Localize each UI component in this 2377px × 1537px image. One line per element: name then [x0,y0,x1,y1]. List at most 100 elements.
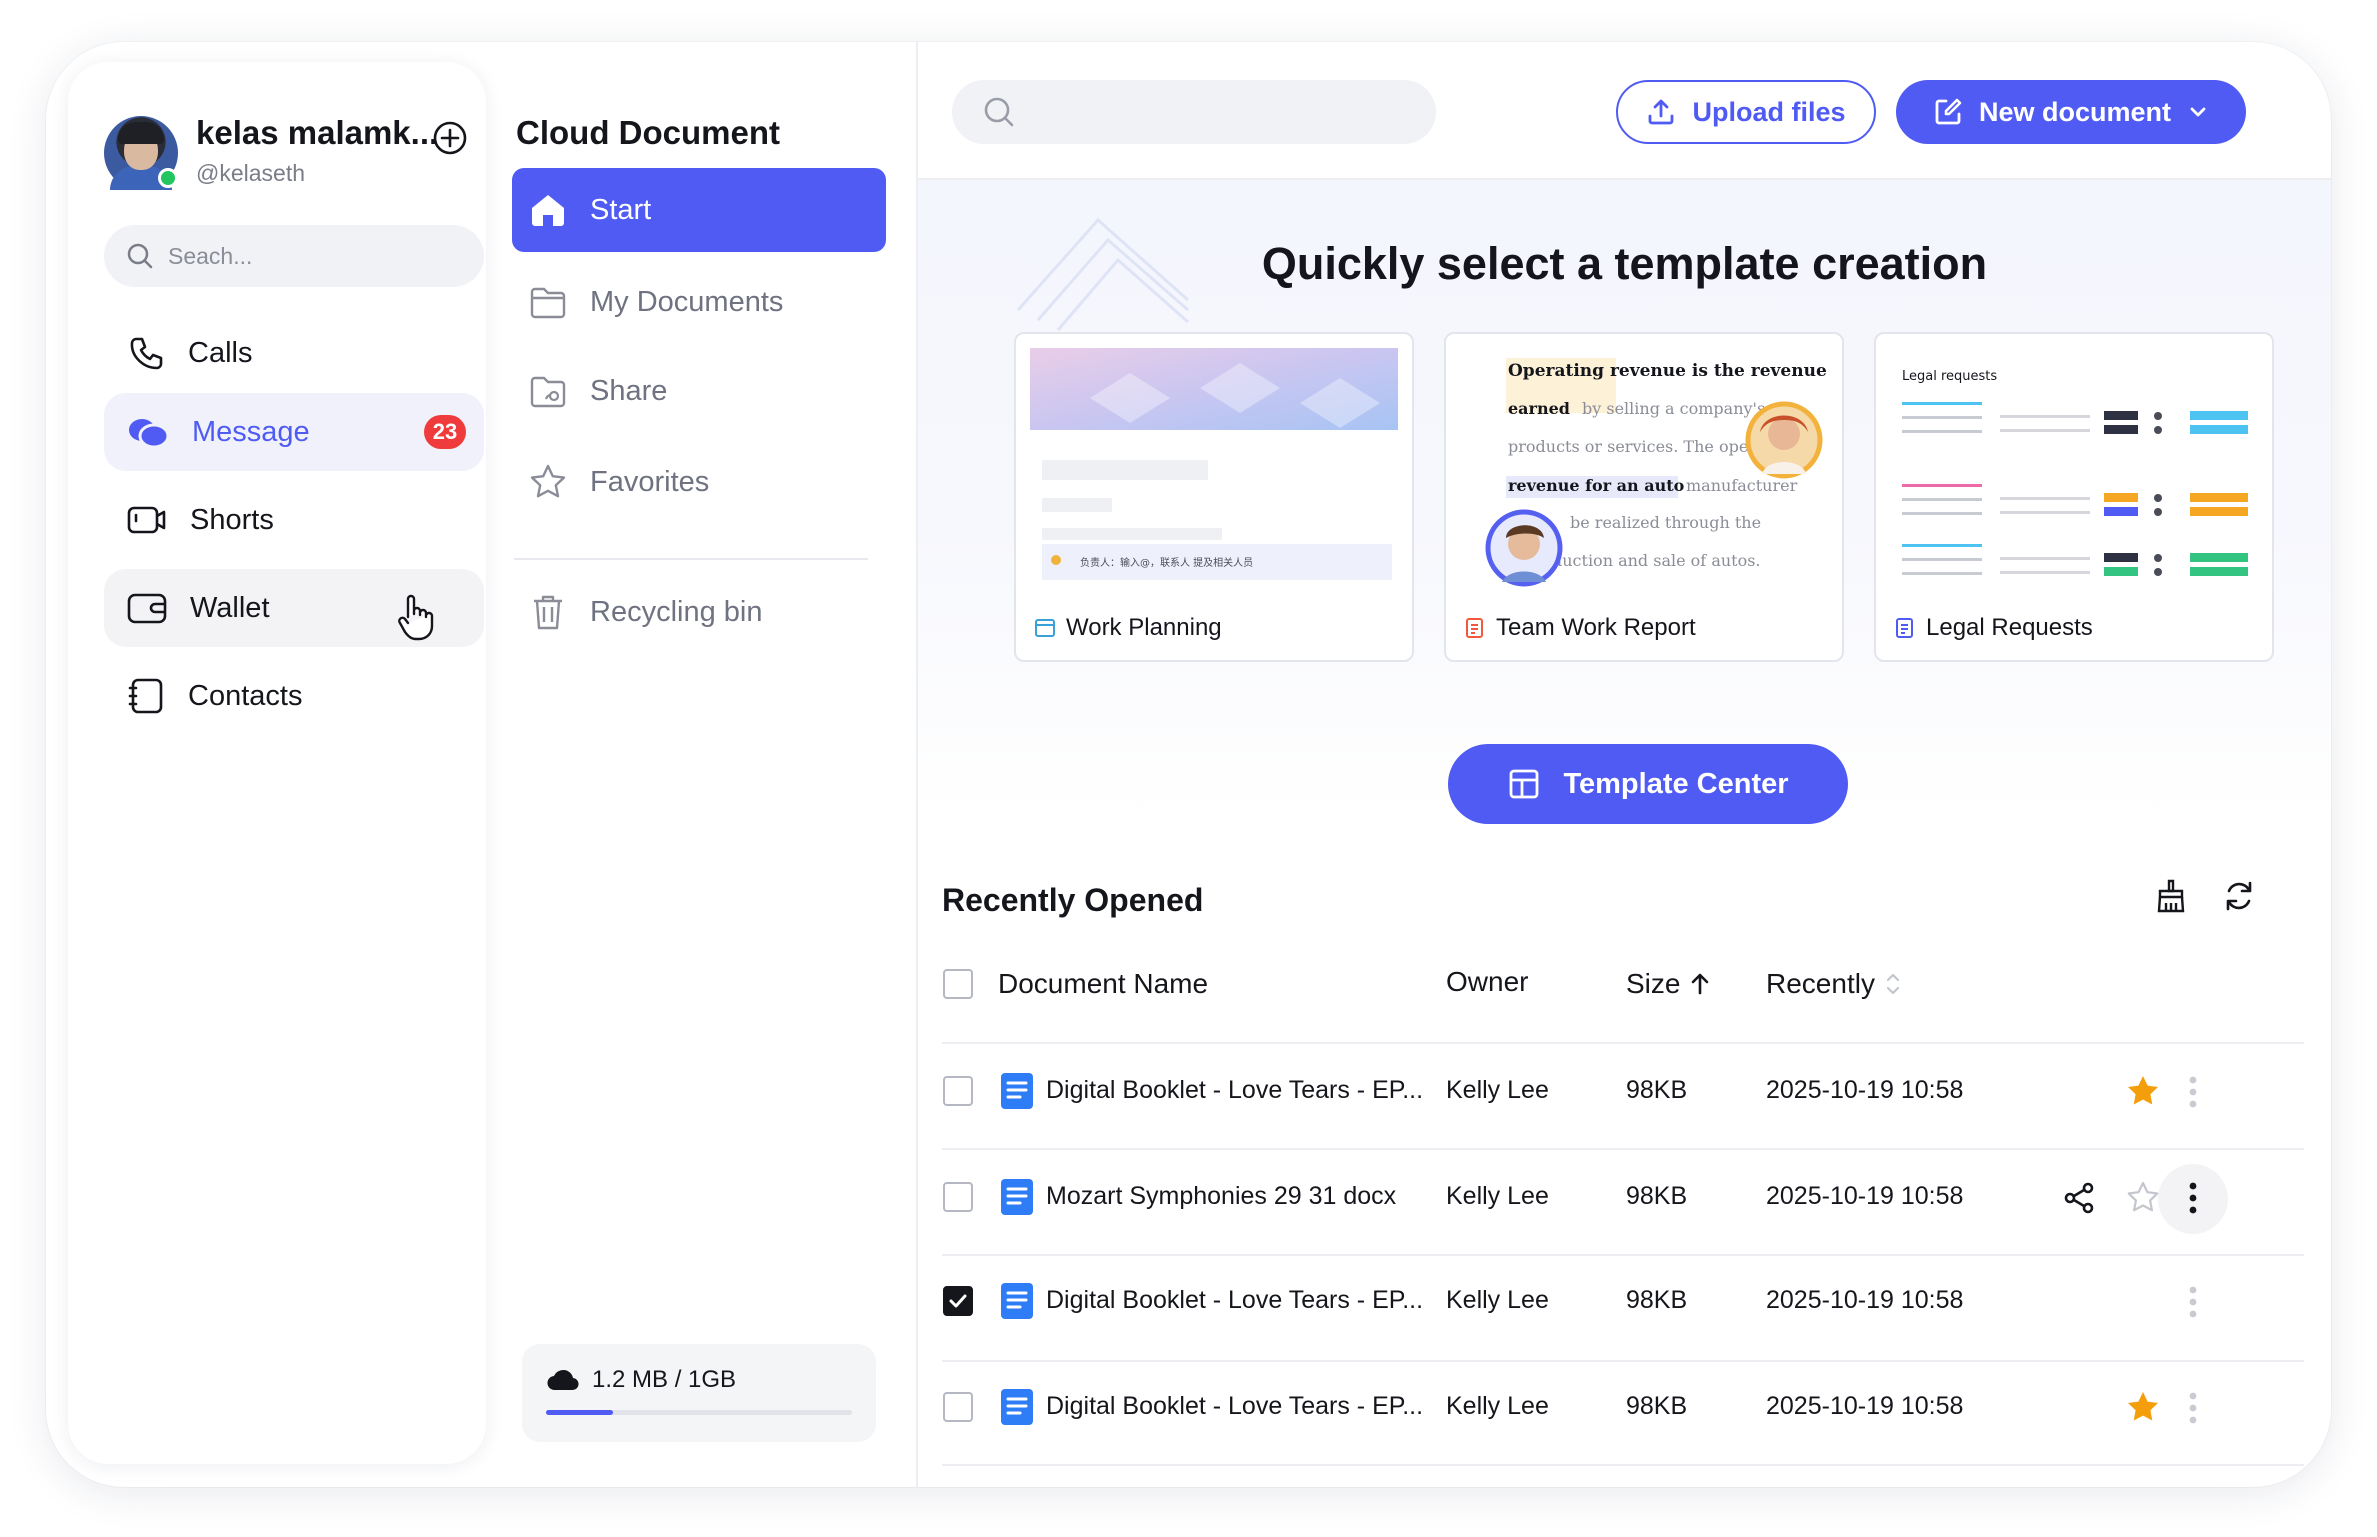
sidebar-item-wallet[interactable]: Wallet [104,569,484,647]
work-planning-preview: 负责人：输入@，联系人 提及相关人员 [1030,348,1398,580]
document-name[interactable]: Mozart Symphonies 29 31 docx [1046,1182,1396,1211]
template-caption: Legal Requests [1894,614,2093,642]
refresh-icon[interactable] [2222,878,2256,914]
sidebar-item-contacts[interactable]: Contacts [104,657,484,735]
cloud-document-title: Cloud Document [516,114,780,151]
sidebar-search-input[interactable] [168,242,448,270]
column-label: Owner [1446,966,1529,997]
row-checkbox[interactable] [943,1286,973,1316]
star-filled-icon[interactable] [2126,1390,2160,1424]
cloud-item-favorites[interactable]: Favorites [512,440,886,524]
search-icon [127,243,153,269]
sidebar-item-label: Calls [188,336,253,369]
row-divider [942,1148,2304,1150]
sidebar-search[interactable] [104,225,484,287]
more-vertical-icon[interactable] [2186,1284,2200,1320]
cloud-item-recycling-bin[interactable]: Recycling bin [512,570,886,654]
upload-icon [1649,99,1674,125]
report-line: Operating revenue is the revenue [1508,361,1827,381]
column-label: Recently [1766,968,1875,999]
document-name[interactable]: Digital Booklet - Love Tears - EP... [1046,1286,1423,1315]
template-center-button[interactable]: Template Center [1448,744,1848,824]
template-card-legal-requests[interactable]: Legal requests Legal Requests [1874,332,2274,662]
report-line: earned [1508,399,1570,418]
storage-bar [546,1410,852,1415]
select-all-checkbox[interactable] [943,969,973,999]
cloud-item-label: Share [590,374,668,407]
new-document-button[interactable]: New document [1896,80,2246,144]
cloud-item-start[interactable]: Start [512,168,886,252]
storage-bar-fill [546,1410,614,1415]
document-icon [1001,1073,1033,1109]
recent-title: Recently Opened [942,882,1204,918]
planning-doc-icon [1035,619,1055,637]
work-planning-preview-text: 负责人：输入@，联系人 提及相关人员 [1080,556,1253,569]
sidebar-item-calls[interactable]: Calls [104,314,484,392]
more-vertical-icon[interactable] [2186,1180,2200,1216]
add-circle-icon[interactable] [432,120,468,156]
star-outline-icon[interactable] [2126,1180,2160,1214]
column-label: Document Name [998,968,1209,999]
user-name: kelas malamk... [196,114,439,151]
sidebar-item-label: Contacts [188,679,303,712]
row-checkbox[interactable] [943,1392,973,1422]
cloud-item-label: Start [590,193,652,226]
clear-broom-icon[interactable] [2154,878,2188,914]
row-checkbox[interactable] [943,1076,973,1106]
template-card-team-work-report[interactable]: Operating revenue is the revenue earned … [1444,332,1844,662]
document-date: 2025-10-19 10:58 [1766,1286,1964,1314]
row-checkbox[interactable] [943,1182,973,1212]
online-status-dot [158,168,178,188]
folder-icon [530,287,566,319]
upload-files-button[interactable]: Upload files [1616,80,1876,144]
home-icon [532,195,564,226]
document-owner: Kelly Lee [1446,1182,1549,1210]
phone-icon [130,337,163,370]
contacts-book-icon [128,678,163,714]
team-work-report-preview: Operating revenue is the revenue earned … [1485,358,1827,587]
recent-toolbar [2154,878,2256,914]
document-date: 2025-10-19 10:58 [1766,1392,1964,1420]
document-icon [1001,1283,1033,1319]
cloud-item-share[interactable]: Share [512,349,886,433]
hero-title: Quickly select a template creation [1261,238,1988,289]
document-name[interactable]: Digital Booklet - Love Tears - EP... [1046,1076,1423,1105]
column-header-name[interactable]: Document Name [998,968,1208,1000]
cloud-item-label: Favorites [590,465,710,498]
document-size: 98KB [1626,1286,1688,1314]
storage-label: 1.2 MB / 1GB [592,1366,737,1393]
sort-up-arrow-icon [1692,973,1709,995]
share-icon[interactable] [2062,1181,2096,1215]
sidebar-item-label: Message [192,415,310,448]
template-card-work-planning[interactable]: 负责人：输入@，联系人 提及相关人员 Work Planning [1014,332,1414,662]
report-line: by selling a company's [1582,399,1765,418]
main-search[interactable] [952,80,1436,144]
cloud-item-my-documents[interactable]: My Documents [512,260,886,344]
avatar[interactable] [104,116,178,190]
star-filled-icon[interactable] [2126,1074,2160,1108]
document-owner: Kelly Lee [1446,1286,1549,1314]
document-name[interactable]: Digital Booklet - Love Tears - EP... [1046,1392,1423,1421]
chat-bubbles-icon [129,419,170,449]
template-center-label: Template Center [1563,767,1789,800]
shared-folder-icon [530,376,566,408]
column-header-recently[interactable]: Recently [1766,968,1903,1000]
report-line: products or services. The opera [1508,437,1766,456]
document-icon [1001,1179,1033,1215]
template-label: Work Planning [1066,614,1222,641]
divider [514,558,868,560]
report-doc-icon [1466,618,1483,638]
column-header-owner[interactable]: Owner [1446,966,1528,998]
sidebar-item-message[interactable]: Message 23 [104,393,484,471]
column-header-size[interactable]: Size [1626,968,1712,1000]
sidebar-item-shorts[interactable]: Shorts [104,481,484,559]
cloud-item-label: My Documents [590,285,784,318]
row-divider [942,1464,2304,1466]
column-label: Size [1626,968,1681,999]
template-label: Legal Requests [1926,614,2093,641]
more-vertical-icon[interactable] [2186,1074,2200,1110]
more-vertical-icon[interactable] [2186,1390,2200,1426]
document-icon [1001,1389,1033,1425]
legal-preview-title: Legal requests [1902,369,1997,384]
layout-grid-icon [1510,769,1539,799]
